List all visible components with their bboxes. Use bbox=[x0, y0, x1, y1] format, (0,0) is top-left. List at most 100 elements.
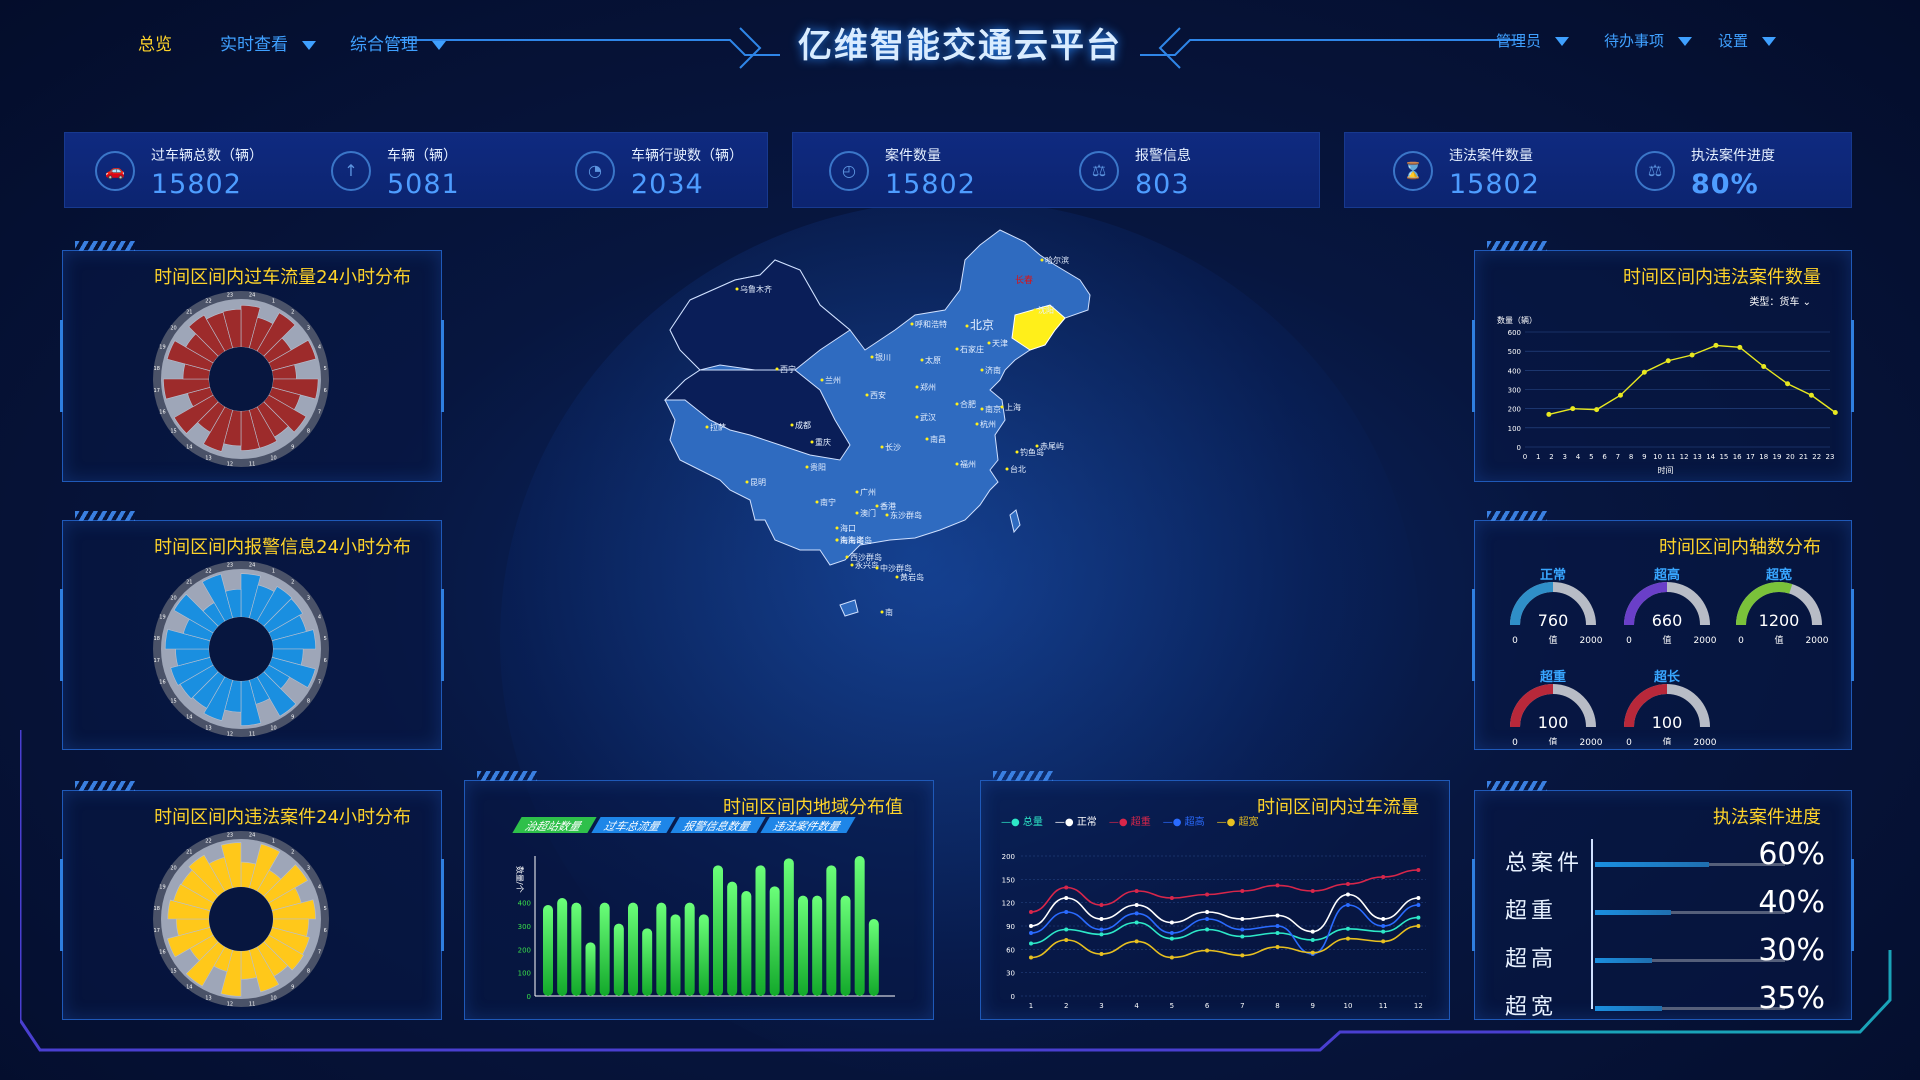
city-dot bbox=[915, 385, 919, 389]
data-point bbox=[1689, 352, 1695, 358]
gauge-name: 超宽 bbox=[1766, 567, 1792, 583]
city-dot bbox=[855, 490, 859, 494]
city-dot bbox=[855, 511, 859, 515]
city-label: 南昌 bbox=[930, 434, 946, 444]
x-tick-label: 5 bbox=[1589, 453, 1593, 461]
x-tick-label: 13 bbox=[1693, 453, 1702, 461]
city-dot bbox=[955, 347, 959, 351]
rose-tick-label: 6 bbox=[324, 658, 327, 664]
panel-tab bbox=[1487, 241, 1547, 251]
gauge-unit: 值 bbox=[1548, 634, 1557, 646]
rose-tick-label: 17 bbox=[154, 388, 160, 394]
y-tick-label: 100 bbox=[1508, 425, 1521, 433]
rose-tick-label: 16 bbox=[159, 410, 165, 416]
stat-illegal-cases: ⌛ 违法案件数量 15802 bbox=[1393, 133, 1613, 207]
panel-flow24: 时间区间内过车流量24小时分布 24 1 2 3 4 5 6 7 8 9 10 11 12 13 14 15 1… bbox=[60, 241, 444, 482]
header: 亿维智能交通云平台 总览 实时查看 综合管理 管理员 待办事项 设置 bbox=[0, 0, 1920, 90]
nav-todo[interactable]: 待办事项 bbox=[1604, 30, 1693, 51]
gauge-min: 0 bbox=[1626, 636, 1632, 646]
panel-violation: 时间区间内违法案件数量 类型：货车 ⌄ 数量（辆） 0 100 200 300 400 50… bbox=[1472, 241, 1854, 482]
rose-tick-label: 3 bbox=[307, 325, 310, 331]
city-dot bbox=[815, 500, 819, 504]
gauge-unit: 值 bbox=[1774, 634, 1783, 646]
city-dot bbox=[875, 566, 879, 570]
rose-tick-label: 8 bbox=[307, 429, 310, 435]
rose-tick-label: 21 bbox=[186, 580, 192, 586]
data-point bbox=[1617, 392, 1623, 398]
stat-label: 违法案件数量 bbox=[1449, 148, 1533, 164]
city-dot bbox=[955, 462, 959, 466]
rose-tick-label: 4 bbox=[318, 614, 321, 620]
page-title: 亿维智能交通云平台 bbox=[798, 26, 1122, 66]
city-label: 海口 bbox=[840, 523, 856, 533]
nav-admin[interactable]: 管理员 bbox=[1496, 30, 1570, 51]
data-point bbox=[1665, 358, 1671, 364]
city-label: 黄岩岛 bbox=[900, 572, 924, 582]
map-taiwan[interactable] bbox=[1009, 509, 1021, 534]
city-label: 贵阳 bbox=[810, 462, 826, 472]
gauge-value: 660 bbox=[1652, 611, 1683, 630]
clock-icon: ◔ bbox=[575, 151, 615, 191]
gauge-name: 正常 bbox=[1540, 567, 1566, 583]
city-dot bbox=[1000, 405, 1004, 409]
axle-gauge-chart: 正常7600 值 2000超高6600 值 2000超宽12000 值 2000超重1000… bbox=[1510, 567, 1829, 745]
city-label: 长沙 bbox=[885, 442, 901, 452]
rose-tick-label: 4 bbox=[318, 344, 321, 350]
gauge-min: 0 bbox=[1512, 636, 1518, 646]
rose-tick-label: 15 bbox=[170, 429, 176, 435]
rose-tick-label: 9 bbox=[291, 444, 294, 450]
x-tick-label: 8 bbox=[1629, 453, 1633, 461]
panel-title: 时间区间内报警信息24小时分布 bbox=[154, 537, 411, 558]
panel-tab bbox=[75, 511, 135, 521]
nav-settings[interactable]: 设置 bbox=[1718, 30, 1777, 51]
city-dot bbox=[925, 437, 929, 441]
scale-icon: ⚖ bbox=[1079, 151, 1119, 191]
city-dot bbox=[850, 563, 854, 567]
city-label: 西安 bbox=[870, 390, 886, 400]
city-label: 武汉 bbox=[920, 412, 936, 422]
city-dot bbox=[975, 422, 979, 426]
rose-tick-label: 21 bbox=[186, 310, 192, 316]
stat-driving: ◔ 车辆行驶数（辆） 2034 bbox=[575, 133, 765, 207]
data-point bbox=[1570, 406, 1576, 412]
city-dot bbox=[1033, 308, 1037, 312]
city-label: 西宁 bbox=[780, 364, 796, 374]
data-point bbox=[1713, 342, 1719, 348]
map-hainan[interactable] bbox=[839, 599, 859, 617]
x-tick-label: 1 bbox=[1536, 453, 1540, 461]
china-map[interactable]: 乌鲁木齐 哈尔滨长春沈阳北京天津 呼和浩特石家庄太原 银川西宁兰州 济南西安 郑州合肥南京… bbox=[660, 220, 1200, 780]
violation-line-chart: 数量（辆）01002003004005006000 1 2 3 4 5 6 7 8 9 10 11 12… bbox=[1497, 315, 1838, 475]
stat-label: 案件数量 bbox=[885, 148, 941, 164]
data-point bbox=[1832, 410, 1838, 415]
nav-realtime[interactable]: 实时查看 bbox=[220, 30, 316, 55]
city-dot bbox=[880, 445, 884, 449]
gauge-max: 2000 bbox=[1580, 636, 1603, 646]
rose-tick-label: 22 bbox=[205, 568, 211, 574]
city-label: 永兴岛 bbox=[855, 560, 879, 570]
city-label: 太原 bbox=[925, 355, 941, 365]
rose-tick-label: 7 bbox=[318, 410, 321, 416]
x-tick-label: 11 bbox=[1666, 453, 1675, 461]
rose-tick-label: 1 bbox=[272, 298, 275, 304]
rose-tick-label: 23 bbox=[227, 563, 233, 569]
nav-overview[interactable]: 总览 bbox=[138, 30, 172, 55]
stat-strip-cases: ◴ 案件数量 15802 ⚖ 报警信息 803 bbox=[792, 132, 1320, 208]
x-tick-label: 22 bbox=[1812, 453, 1821, 461]
nav-management[interactable]: 综合管理 bbox=[350, 30, 446, 55]
rose-tick-label: 22 bbox=[205, 298, 211, 304]
rose-tick-label: 11 bbox=[249, 461, 255, 467]
city-dot bbox=[1040, 258, 1044, 262]
city-label: 上海 bbox=[1005, 402, 1021, 412]
city-dot bbox=[980, 407, 984, 411]
rose-tick-label: 6 bbox=[324, 388, 327, 394]
city-dot bbox=[965, 324, 969, 328]
x-tick-label: 14 bbox=[1706, 453, 1715, 461]
rose-tick-label: 24 bbox=[249, 293, 255, 299]
data-point bbox=[1761, 364, 1767, 369]
stat-value: 803 bbox=[1135, 169, 1190, 200]
city-label: 杭州 bbox=[980, 419, 996, 429]
city-dot bbox=[1015, 450, 1019, 454]
city-label: 成都 bbox=[795, 420, 811, 430]
gauge-value: 760 bbox=[1538, 611, 1569, 630]
panel-tab bbox=[75, 241, 135, 251]
